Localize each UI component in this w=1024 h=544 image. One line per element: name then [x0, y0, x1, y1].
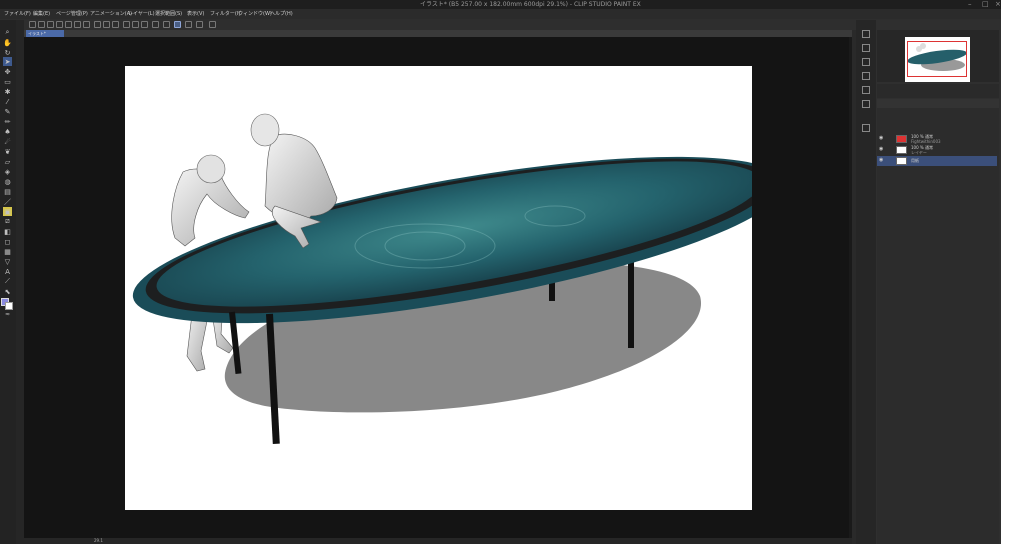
menu-filter[interactable]: フィルター(I) [210, 9, 240, 19]
navigator-controls [877, 84, 999, 98]
layer-toolbar [877, 99, 999, 108]
layer-thumbnail [896, 157, 907, 165]
layer-row[interactable]: ◉ 100 % 通常 Fightwithin003 [877, 134, 997, 144]
layer-thumbnail [896, 146, 907, 154]
new-file-icon[interactable] [29, 21, 36, 28]
select-rect-icon[interactable]: ▭ [3, 77, 12, 86]
move-layer-icon[interactable]: ✥ [3, 67, 12, 76]
menu-select[interactable]: 選択範囲(S) [155, 9, 182, 19]
hand-icon[interactable]: ✋ [3, 38, 12, 47]
airbrush-icon[interactable]: ☄ [3, 137, 12, 146]
pencil-icon[interactable]: ✏ [3, 117, 12, 126]
show-selection-icon[interactable] [163, 21, 170, 28]
menu-bar: ファイル(F) 編集(E) ページ管理(P) アニメーション(A) レイヤー(L… [0, 9, 1024, 19]
window-title: イラスト* (B5 257.00 x 182.00mm 600dpi 29.1%… [420, 1, 641, 8]
snap-ruler-icon[interactable] [174, 21, 181, 28]
figure-left-head [196, 154, 226, 184]
layer-name: 用紙 [911, 158, 919, 163]
zoom-level[interactable]: 29.1 [94, 538, 103, 544]
decoration-icon[interactable]: ❦ [3, 147, 12, 156]
menu-edit[interactable]: 編集(E) [33, 9, 50, 19]
title-bar: イラスト* (B5 257.00 x 182.00mm 600dpi 29.1%… [0, 0, 1024, 9]
color-wheel-tab-icon[interactable] [862, 124, 870, 132]
blend-icon[interactable]: ◈ [3, 167, 12, 176]
eye-icon[interactable]: ◉ [879, 147, 883, 152]
vertical-scrollbar[interactable] [849, 37, 852, 538]
frame-border-icon[interactable]: ▣ [3, 207, 12, 216]
eraser-icon[interactable]: ▱ [3, 157, 12, 166]
desktop-background [1001, 0, 1024, 544]
cut-icon[interactable] [103, 21, 110, 28]
eye-icon[interactable]: ◉ [879, 136, 883, 141]
close-icon[interactable]: × [995, 0, 1001, 9]
layer-row[interactable]: ◉ 100 % 通常 レイヤー [877, 145, 997, 155]
artwork [132, 113, 752, 444]
sub-color-swatch[interactable] [5, 302, 13, 310]
figure-right-head [250, 113, 280, 147]
document-tabbar [24, 30, 852, 37]
info-tab-icon[interactable] [862, 58, 870, 66]
open-file-icon[interactable] [38, 21, 45, 28]
status-bar: 29.1 [24, 538, 852, 544]
copy-icon[interactable] [56, 21, 63, 28]
brush-icon[interactable]: ♠ [3, 127, 12, 136]
undo-icon[interactable] [74, 21, 81, 28]
menu-file[interactable]: ファイル(F) [4, 9, 31, 19]
magic-wand-icon[interactable]: ✱ [3, 87, 12, 96]
clear-icon[interactable] [94, 21, 101, 28]
transform-icon[interactable] [123, 21, 130, 28]
layer-sub-name: Fightwithin003 [911, 139, 941, 144]
canvas[interactable] [125, 66, 752, 510]
layer-sub-name: レイヤー [911, 150, 927, 155]
invert-selection-icon[interactable] [141, 21, 148, 28]
settings-icon[interactable] [209, 21, 216, 28]
vector-icon[interactable]: ▽ [3, 257, 12, 266]
snap-perspective-icon[interactable] [196, 21, 203, 28]
minimize-icon[interactable]: – [968, 0, 972, 9]
gradient-icon[interactable]: ▤ [3, 187, 12, 196]
history-tab-icon[interactable] [862, 86, 870, 94]
transparent-color-icon[interactable]: ≈ [3, 310, 12, 319]
fill-icon[interactable] [112, 21, 119, 28]
dock-icon-strip [856, 20, 876, 544]
menu-page[interactable]: ページ管理(P) [56, 9, 88, 19]
balloon-icon[interactable]: ◻ [3, 237, 12, 246]
pen-icon[interactable]: ✎ [3, 107, 12, 116]
menu-view[interactable]: 表示(V) [187, 9, 204, 19]
text-tool-icon[interactable]: ◧ [3, 227, 12, 236]
expand-selection-icon[interactable] [152, 21, 159, 28]
paste-icon[interactable] [65, 21, 72, 28]
magnifier-icon[interactable]: ⌕ [3, 28, 12, 37]
save-icon[interactable] [47, 21, 54, 28]
maximize-icon[interactable]: □ [982, 0, 989, 9]
eye-icon[interactable]: ◉ [879, 158, 883, 163]
text-icon[interactable]: A [3, 267, 12, 276]
menu-layer[interactable]: レイヤー(L) [128, 9, 155, 19]
line-icon[interactable]: ⟋ [3, 277, 12, 286]
fill-bucket-icon[interactable]: ◍ [3, 177, 12, 186]
sub-view-tab-icon[interactable] [862, 44, 870, 52]
operation-icon[interactable]: ➤ [3, 57, 12, 66]
snap-grid-icon[interactable] [185, 21, 192, 28]
deselect-icon[interactable] [132, 21, 139, 28]
rotate-icon[interactable]: ↻ [3, 48, 12, 57]
navigator-tab-icon[interactable] [862, 30, 870, 38]
menu-help[interactable]: ヘルプ(H) [270, 9, 293, 19]
layer-property-tab-icon[interactable] [862, 100, 870, 108]
eyedropper-icon[interactable]: ⁄ [3, 97, 12, 106]
layer-thumbnail [896, 135, 907, 143]
pointer-icon[interactable]: ⬉ [3, 287, 12, 296]
ruler-icon[interactable]: ⧄ [3, 217, 12, 226]
document-tab[interactable]: イラスト* [26, 30, 64, 37]
menu-window[interactable]: ウィンドウ(W) [238, 9, 272, 19]
redo-icon[interactable] [83, 21, 90, 28]
menu-animation[interactable]: アニメーション(A) [90, 9, 132, 19]
tool-subbar [16, 20, 24, 544]
figure-icon[interactable]: ／ [3, 197, 12, 206]
layer-row-selected[interactable]: ◉ 用紙 [877, 156, 997, 166]
material-tab-icon[interactable] [862, 72, 870, 80]
correct-line-icon[interactable]: ▦ [3, 247, 12, 256]
navigator-viewport-frame[interactable] [907, 41, 967, 77]
